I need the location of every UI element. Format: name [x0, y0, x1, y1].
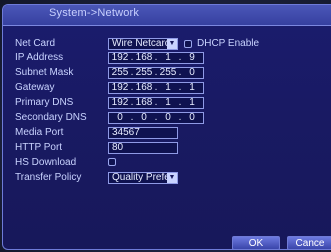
transfer-policy-select[interactable]: Quality Prefe ▼: [108, 172, 178, 184]
network-settings-dialog: System->Network Net Card Wire Netcarc ▼ …: [2, 4, 331, 250]
hs-download-checkbox[interactable]: [108, 158, 116, 166]
dropdown-arrow-icon: ▼: [167, 39, 177, 49]
transfer-policy-label: Transfer Policy: [15, 172, 82, 183]
http-port-label: HTTP Port: [15, 142, 63, 153]
subnet-octet-2: 255: [135, 67, 153, 78]
window-title: System->Network: [49, 7, 140, 19]
subnet-octet-4: 0: [189, 67, 195, 78]
gateway-octet-1: 192: [111, 82, 129, 93]
secondary-dns-octet-4: 0: [189, 112, 195, 123]
dhcp-enable-checkbox[interactable]: [184, 40, 192, 48]
subnet-mask-label: Subnet Mask: [15, 67, 74, 78]
ip-address-label: IP Address: [15, 52, 64, 63]
ok-button[interactable]: OK: [232, 236, 280, 249]
secondary-dns-octet-3: 0: [165, 112, 171, 123]
gateway-label: Gateway: [15, 82, 55, 93]
hs-download-label: HS Download: [15, 157, 77, 168]
primary-dns-octet-2: 168: [135, 97, 153, 108]
media-port-input[interactable]: 34567: [108, 127, 178, 139]
net-card-select[interactable]: Wire Netcarc ▼: [108, 38, 178, 50]
media-port-label: Media Port: [15, 127, 64, 138]
subnet-octet-1: 255: [111, 67, 129, 78]
dropdown-arrow-icon: ▼: [167, 173, 177, 183]
cancel-button[interactable]: Cance: [287, 236, 331, 249]
ip-octet-1: 192: [111, 52, 129, 63]
subnet-octet-3: 255: [159, 67, 177, 78]
primary-dns-octet-3: 1: [165, 97, 171, 108]
title-bar[interactable]: System->Network: [3, 5, 331, 26]
ip-octet-4: 9: [189, 52, 195, 63]
primary-dns-octet-1: 192: [111, 97, 129, 108]
gateway-octet-4: 1: [189, 82, 195, 93]
net-card-value: Wire Netcarc: [112, 38, 170, 49]
dhcp-enable-label: DHCP Enable: [197, 38, 260, 49]
subnet-mask-field[interactable]: 255 . 255 . 255 . 0: [108, 67, 204, 79]
net-card-label: Net Card: [15, 38, 56, 49]
gateway-octet-2: 168: [135, 82, 153, 93]
http-port-input[interactable]: 80: [108, 142, 178, 154]
transfer-policy-value: Quality Prefe: [112, 172, 170, 183]
ip-octet-3: 1: [165, 52, 171, 63]
secondary-dns-octet-2: 0: [141, 112, 147, 123]
primary-dns-field[interactable]: 192 . 168 . 1 . 1: [108, 97, 204, 109]
gateway-field[interactable]: 192 . 168 . 1 . 1: [108, 82, 204, 94]
ip-address-field[interactable]: 192 . 168 . 1 . 9: [108, 52, 204, 64]
secondary-dns-field[interactable]: 0 . 0 . 0 . 0: [108, 112, 204, 124]
secondary-dns-label: Secondary DNS: [15, 112, 87, 123]
secondary-dns-octet-1: 0: [117, 112, 123, 123]
gateway-octet-3: 1: [165, 82, 171, 93]
ip-octet-2: 168: [135, 52, 153, 63]
primary-dns-octet-4: 1: [189, 97, 195, 108]
primary-dns-label: Primary DNS: [15, 97, 74, 108]
